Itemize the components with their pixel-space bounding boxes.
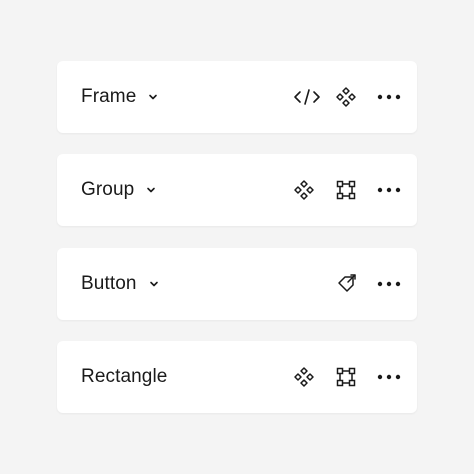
component-icon[interactable] <box>293 179 315 201</box>
more-icon[interactable] <box>377 86 401 108</box>
detach-instance-icon[interactable] <box>335 273 357 295</box>
layer-actions <box>335 248 401 320</box>
layer-row-group[interactable]: Group <box>57 154 417 226</box>
layer-row-frame[interactable]: Frame <box>57 61 417 133</box>
chevron-down-icon[interactable] <box>146 90 160 104</box>
layer-title: Group <box>81 179 135 200</box>
code-icon[interactable] <box>293 86 320 108</box>
layer-title: Button <box>81 273 137 294</box>
component-icon[interactable] <box>335 86 357 108</box>
frame-selection-icon[interactable] <box>335 179 357 201</box>
chevron-down-icon[interactable] <box>144 183 158 197</box>
more-icon[interactable] <box>377 273 401 295</box>
layer-title: Frame <box>81 86 137 107</box>
frame-selection-icon[interactable] <box>335 366 357 388</box>
layer-list: Frame Group Button Rectangle <box>0 0 474 474</box>
layer-actions <box>293 341 401 413</box>
layer-title: Rectangle <box>81 366 168 387</box>
layer-row-button[interactable]: Button <box>57 248 417 320</box>
component-icon[interactable] <box>293 366 315 388</box>
more-icon[interactable] <box>377 179 401 201</box>
more-icon[interactable] <box>377 366 401 388</box>
layer-actions <box>293 61 401 133</box>
layer-title-group: Rectangle <box>81 341 167 413</box>
layer-title-group: Frame <box>81 61 160 133</box>
layer-title-group: Group <box>81 154 158 226</box>
chevron-down-icon[interactable] <box>147 277 161 291</box>
layer-row-rectangle[interactable]: Rectangle <box>57 341 417 413</box>
layer-title-group: Button <box>81 248 161 320</box>
layer-actions <box>293 154 401 226</box>
